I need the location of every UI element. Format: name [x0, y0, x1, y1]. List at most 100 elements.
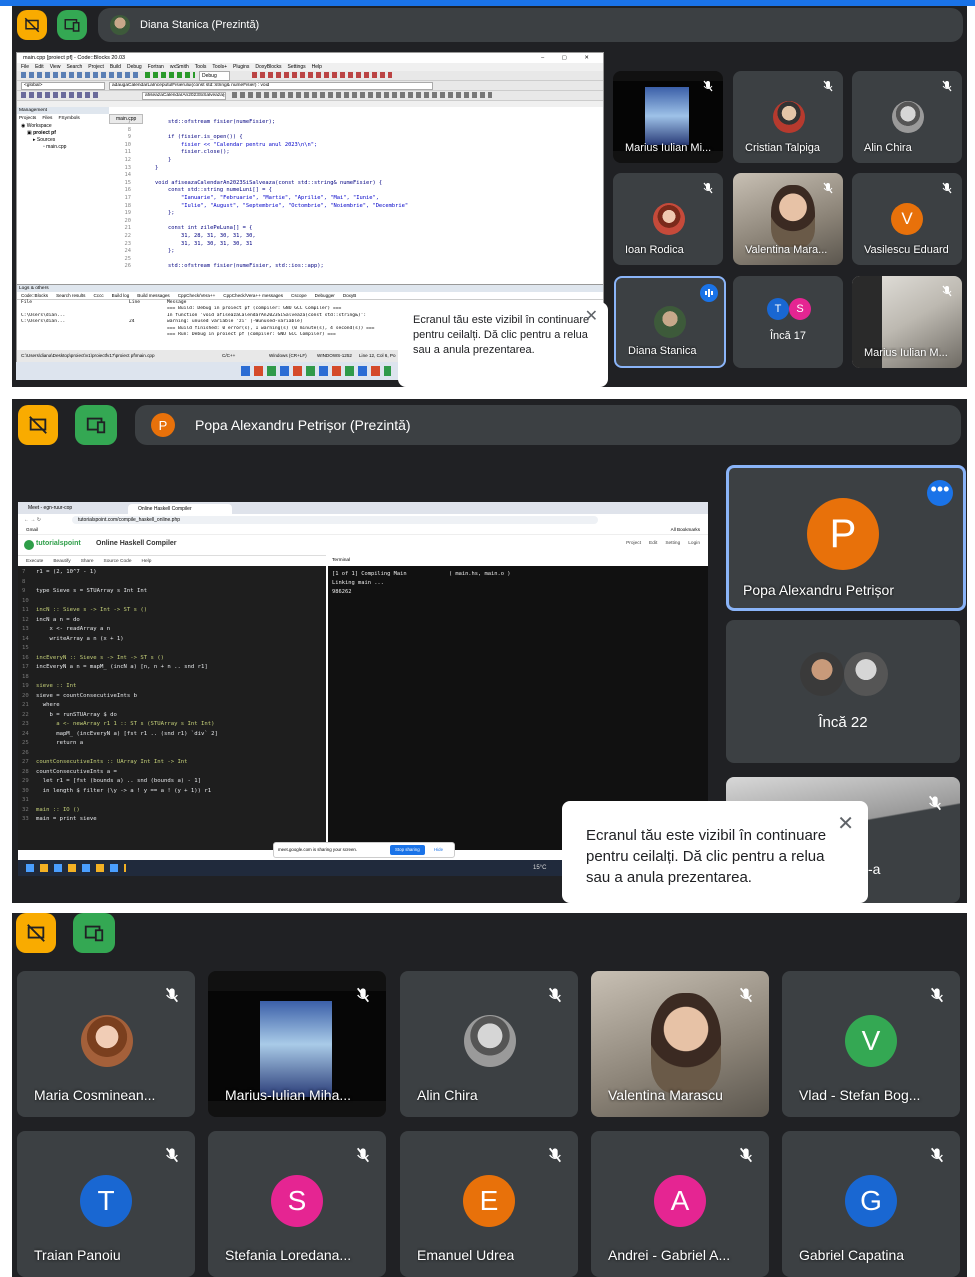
code-line: 20	[109, 218, 603, 226]
mic-off-icon	[942, 284, 952, 302]
browser-tab-meet[interactable]: Meet - egn-ruur-cop	[28, 502, 72, 514]
url-field[interactable]: tutorialspoint.com/compile_haskell_onlin…	[72, 516, 598, 524]
ide-menu-item[interactable]: File	[21, 63, 29, 71]
more-options-icon[interactable]: •••	[927, 480, 953, 506]
ide-menu-item[interactable]: View	[50, 63, 61, 71]
participant-tile[interactable]: E Emanuel Udrea	[400, 1131, 578, 1277]
more-participants-tile[interactable]: Încă 22	[726, 620, 960, 763]
site-menu-item[interactable]: Project	[626, 541, 641, 546]
stop-presenting-button[interactable]	[16, 913, 56, 953]
tree-item-main[interactable]: ▫ main.cpp	[21, 144, 109, 151]
ide-menu-item[interactable]: Tools+	[212, 63, 227, 71]
participant-name: Stefania Loredana...	[225, 1247, 352, 1263]
log-tab[interactable]: DoxyB	[343, 293, 357, 298]
function-combo[interactable]: adaugaCalendarLaInceputulFisierului(cons…	[109, 82, 433, 90]
ide-menu-item[interactable]: Plugins	[233, 63, 249, 71]
stop-sharing-button[interactable]: Stop sharing	[390, 845, 425, 855]
management-tab[interactable]: Files	[42, 116, 52, 121]
presenter-tile[interactable]: P ••• Popa Alexandru Petrișor	[726, 465, 966, 611]
presentation-toast[interactable]: Ecranul tău este vizibil în continuare p…	[398, 302, 608, 387]
participant-tile[interactable]: A Andrei - Gabriel A...	[591, 1131, 769, 1277]
participant-tile[interactable]: Marius Iulian Mi...	[613, 71, 723, 163]
line-number: 16	[124, 187, 132, 194]
ide-menu-item[interactable]: Fortran	[148, 63, 164, 71]
log-tab[interactable]: Build log	[112, 293, 130, 298]
log-tabs: Code::Blocks Search results Cccc Build log B…	[17, 292, 603, 300]
log-tab[interactable]: CppCheck/Vera++ messages	[223, 293, 283, 298]
management-tab[interactable]: FSymbols	[58, 116, 79, 121]
participant-tile[interactable]: V Vasilescu Eduard	[852, 173, 962, 265]
build-target-select[interactable]: Debug	[199, 71, 230, 81]
stop-presenting-button[interactable]	[18, 405, 58, 445]
participant-tile-self[interactable]: Diana Stanica	[614, 276, 726, 368]
site-menu-item[interactable]: Edit	[649, 541, 657, 546]
browser-tabstrip: Meet - egn-ruur-cop Online Haskell Compi…	[18, 502, 708, 514]
participant-tile[interactable]: V Vlad - Stefan Bog...	[782, 971, 960, 1117]
participant-tile[interactable]: Valentina Marascu	[591, 971, 769, 1117]
ide-menu-item[interactable]: Tools	[195, 63, 207, 71]
ide-menu-item[interactable]: wxSmith	[170, 63, 189, 71]
presenter-bar[interactable]: P Popa Alexandru Petrișor (Prezintă)	[135, 405, 961, 445]
nav-arrows-icon[interactable]: ← → ↻	[24, 514, 41, 526]
participant-tile[interactable]: Ioan Rodica	[613, 173, 723, 265]
participant-photo	[464, 1015, 516, 1067]
presenter-bar[interactable]: Diana Stanica (Prezintă)	[98, 8, 963, 42]
site-menu-item[interactable]: Setting	[665, 541, 680, 546]
ide-toolbar-1: Debug	[17, 71, 603, 81]
mic-off-icon	[942, 181, 952, 199]
all-bookmarks[interactable]: All Bookmarks	[671, 526, 700, 534]
ide-menu-item[interactable]: Debug	[127, 63, 142, 71]
function-combo-2[interactable]: afiseazaCalendarAn2023SiSalveaza(const s…	[142, 92, 226, 100]
participant-tile[interactable]: Alin Chira	[852, 71, 962, 163]
code-pane[interactable]: 7 r1 = (2, 10^7 - 1) 8 9 type Sieve s = STUA…	[18, 566, 326, 850]
code-editor[interactable]: main.cpp 7 std::ofstream fisier(numeFisi…	[109, 107, 603, 284]
mic-off-icon	[823, 181, 833, 199]
bookmark-gmail[interactable]: Gmail	[26, 526, 38, 534]
code-line: 20 sieve = countConsecutiveInts b	[22, 692, 218, 702]
participant-tile[interactable]: Marius Iulian M...	[852, 276, 962, 368]
participant-tile[interactable]: T Traian Panoiu	[17, 1131, 195, 1277]
stop-presenting-button[interactable]	[17, 10, 47, 40]
ide-menu-item[interactable]: DoxyBlocks	[255, 63, 281, 71]
ide-menu-item[interactable]: Settings	[288, 63, 306, 71]
participant-tile[interactable]: Marius-Iulian Miha...	[208, 971, 386, 1117]
layout-button[interactable]	[75, 405, 117, 445]
participant-tile[interactable]: Alin Chira	[400, 971, 578, 1117]
tree-item-workspace[interactable]: ◉ Workspace	[21, 123, 109, 130]
participant-tile[interactable]: G Gabriel Capatina	[782, 1131, 960, 1277]
presenter-title: Diana Stanica (Prezintă)	[140, 19, 260, 31]
hide-button[interactable]: Hide	[434, 843, 443, 857]
close-icon[interactable]: ✕	[585, 306, 598, 326]
window-controls: – ▢ ✕	[541, 55, 597, 61]
participant-avatar: S	[789, 298, 811, 320]
ide-menu-item[interactable]: Search	[66, 63, 82, 71]
log-tab[interactable]: Cscope	[291, 293, 307, 298]
log-tab[interactable]: Build messages	[137, 293, 169, 298]
participant-tile[interactable]: Maria Cosminean...	[17, 971, 195, 1117]
layout-button[interactable]	[73, 913, 115, 953]
presentation-toast[interactable]: Ecranul tău este vizibil în continuare p…	[562, 801, 868, 903]
log-tab[interactable]: Code::Blocks	[21, 293, 48, 298]
ide-menu-item[interactable]: Edit	[35, 63, 44, 71]
site-menu-item[interactable]: Login	[688, 541, 700, 546]
log-tab[interactable]: CppCheck/Vera++	[178, 293, 216, 298]
ide-menu-item[interactable]: Project	[88, 63, 104, 71]
log-tab[interactable]: Cccc	[93, 293, 103, 298]
management-tab[interactable]: Projects	[19, 116, 36, 121]
log-tab[interactable]: Search results	[56, 293, 85, 298]
code-line: 22 31, 28, 31, 30, 31, 30,	[109, 233, 603, 241]
participant-tile[interactable]: Valentina Mara...	[733, 173, 843, 265]
close-icon[interactable]: ✕	[837, 811, 854, 836]
ide-menu-item[interactable]: Build	[110, 63, 121, 71]
more-participants-tile[interactable]: T S Încă 17	[733, 276, 843, 368]
participant-tile[interactable]: S Stefania Loredana...	[208, 1131, 386, 1277]
browser-tab-compiler[interactable]: Online Haskell Compiler	[128, 504, 232, 514]
participant-tile[interactable]: Cristian Talpiga	[733, 71, 843, 163]
scope-combo[interactable]: <global>	[21, 82, 105, 90]
log-tab[interactable]: Debugger	[315, 293, 335, 298]
tree-item-project[interactable]: ▣ proiect pf	[21, 130, 109, 137]
layout-button[interactable]	[57, 10, 87, 40]
participant-name: Andrei - Gabriel A...	[608, 1247, 731, 1263]
tree-item-sources[interactable]: ▸ Sources	[21, 137, 109, 144]
ide-menu-item[interactable]: Help	[312, 63, 322, 71]
